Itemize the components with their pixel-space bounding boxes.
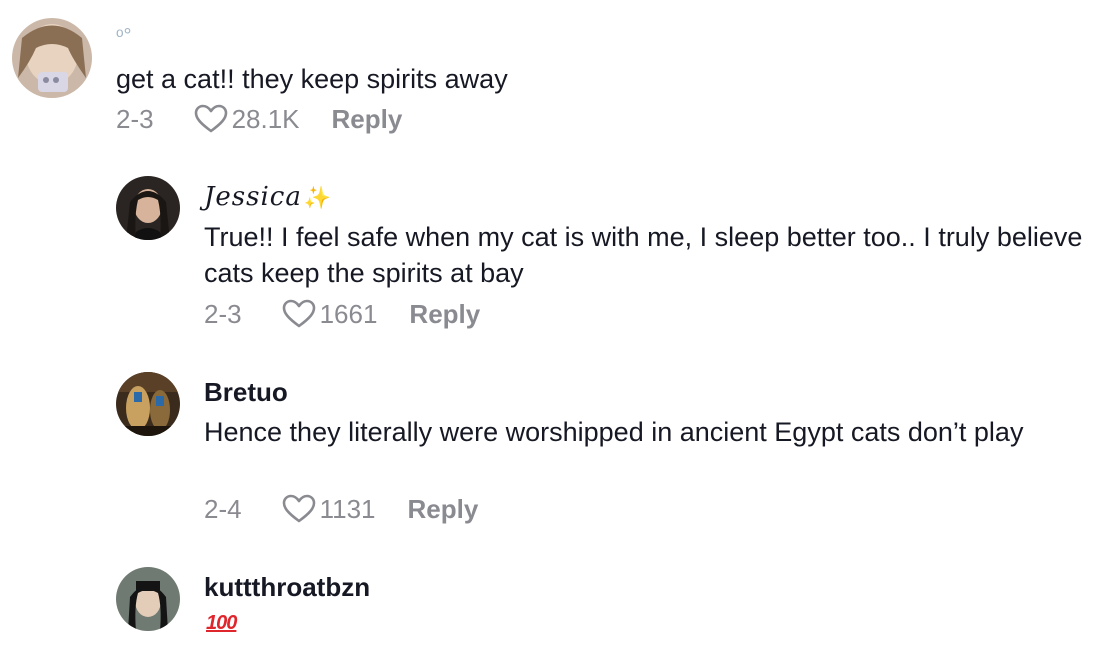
like-button[interactable]: 1131 <box>282 494 376 525</box>
like-count: 1661 <box>319 298 378 329</box>
comment-date: 2-3 <box>204 298 242 329</box>
avatar[interactable] <box>116 372 180 436</box>
like-count: 28.1K <box>231 103 300 134</box>
heart-icon <box>282 494 315 523</box>
like-button[interactable]: 28.1K <box>194 104 300 135</box>
sparkles-icon: ✨ <box>303 186 333 211</box>
avatar[interactable] <box>116 176 180 240</box>
comment-2: Jessica✨ True!! I feel safe when my cat … <box>0 160 1096 340</box>
like-count: 1131 <box>319 493 376 524</box>
reply-button[interactable]: Reply <box>408 494 479 525</box>
username[interactable]: kuttthroatbzn <box>204 572 370 602</box>
like-button[interactable]: 1661 <box>282 298 378 330</box>
comment-text: get a cat!! they keep spirits away <box>116 64 508 94</box>
comment-meta: 2-3 28.1K Reply <box>116 101 402 137</box>
username[interactable]: Bretuo <box>204 377 288 407</box>
comment-meta: 2-4 1131 Reply <box>204 491 478 527</box>
comment-date: 2-3 <box>116 103 154 134</box>
comment-meta: 2-3 1661 Reply <box>204 296 480 332</box>
comment-4: kuttthroatbzn 100 <box>0 552 1096 646</box>
comment-1: ᵒ° get a cat!! they keep spirits away 2-… <box>0 0 1096 150</box>
heart-icon <box>194 104 227 133</box>
username[interactable]: Jessica✨ <box>204 182 332 214</box>
comment-text: Hence they literally were worshipped in … <box>204 417 1024 447</box>
bubbles-icon: ᵒ° <box>116 25 132 47</box>
hundred-points-emoji: 100 <box>206 612 237 634</box>
reply-button[interactable]: Reply <box>409 299 480 330</box>
heart-icon <box>282 299 315 328</box>
comment-text: True!! I feel safe when my cat is with m… <box>204 222 1083 288</box>
comment-3: Bretuo Hence they literally were worship… <box>0 356 1096 536</box>
avatar[interactable] <box>12 18 92 98</box>
avatar[interactable] <box>116 567 180 631</box>
comment-date: 2-4 <box>204 493 242 524</box>
reply-button[interactable]: Reply <box>332 104 403 135</box>
